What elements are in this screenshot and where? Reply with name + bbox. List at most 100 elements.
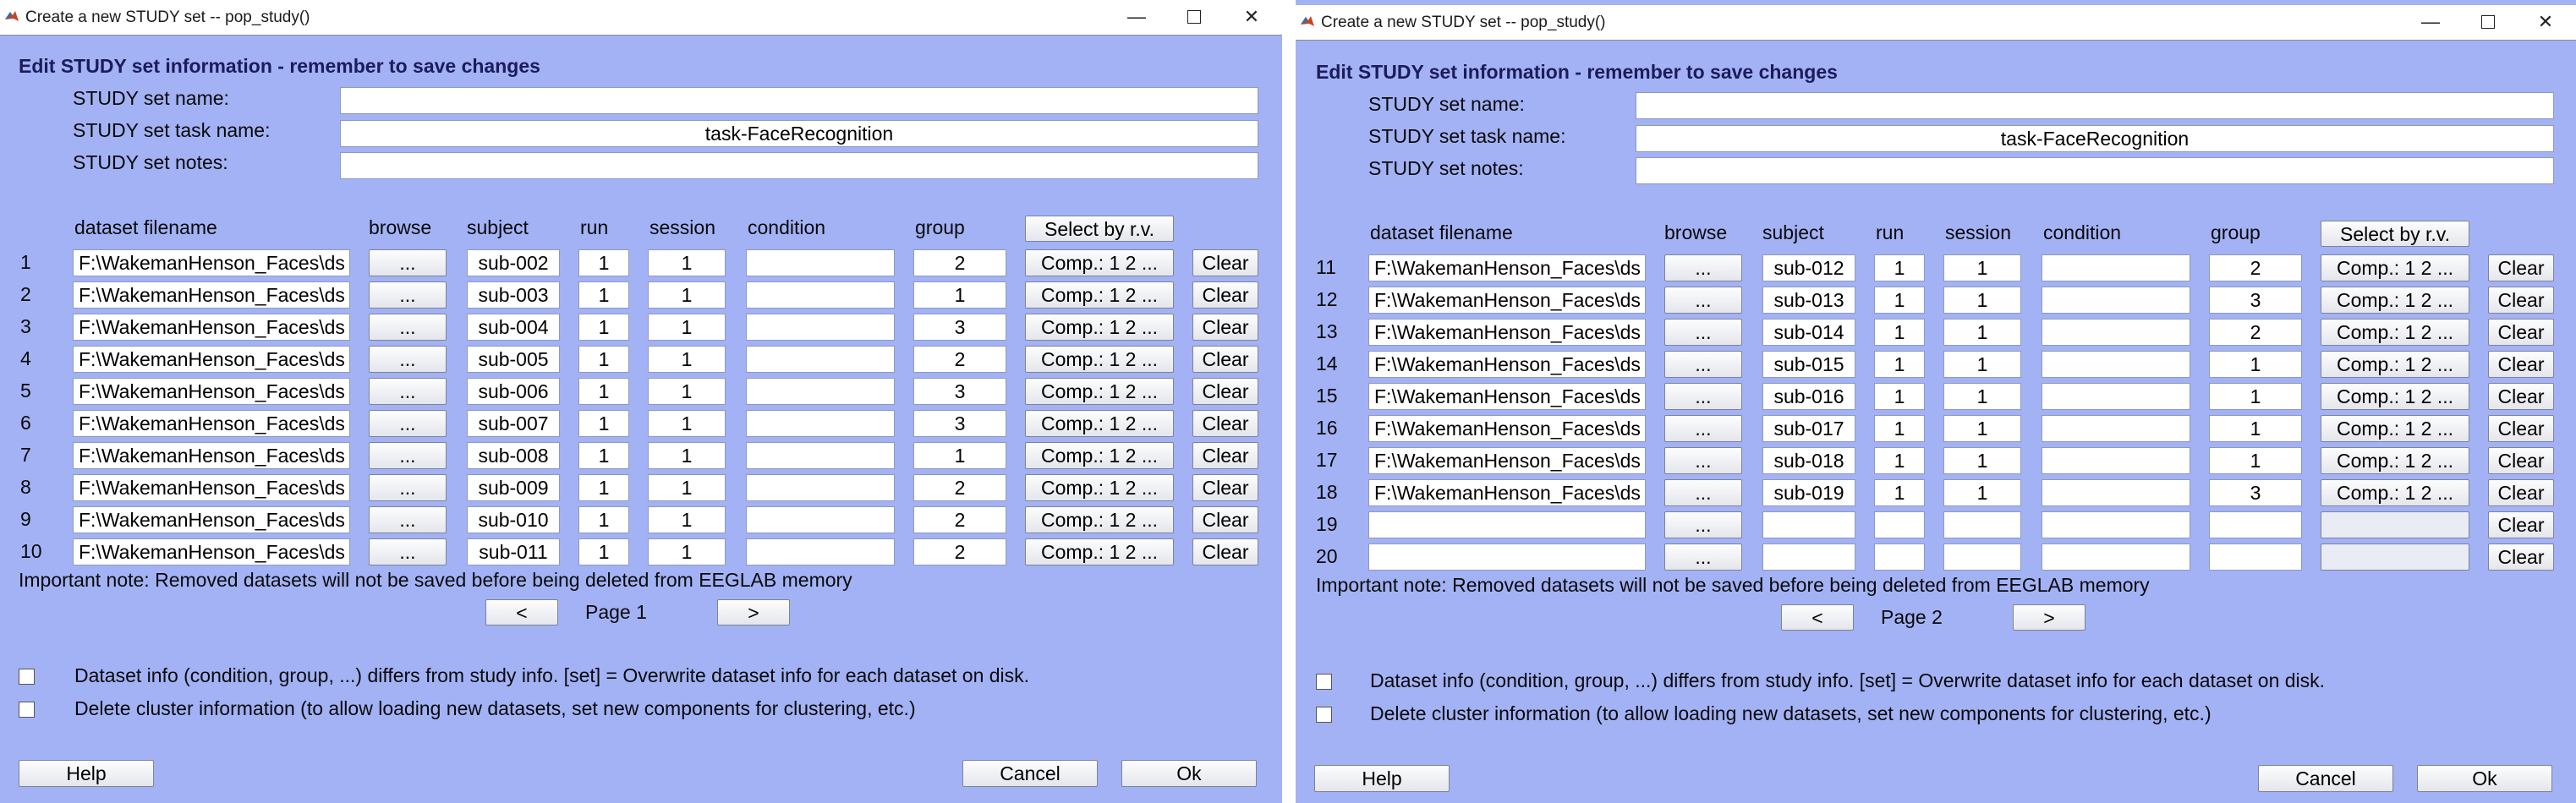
group-input[interactable]: 2 <box>913 474 1006 501</box>
clear-button[interactable]: Clear <box>2488 383 2554 410</box>
clear-button[interactable]: Clear <box>2488 479 2554 506</box>
ok-button[interactable]: Ok <box>1121 760 1257 787</box>
session-input[interactable]: 1 <box>648 538 726 565</box>
browse-button[interactable]: ... <box>1664 254 1742 281</box>
browse-button[interactable]: ... <box>369 474 447 501</box>
group-input[interactable]: 2 <box>2209 254 2302 281</box>
filename-input[interactable]: F:\WakemanHenson_Faces\ds <box>1368 287 1646 314</box>
group-input[interactable]: 3 <box>913 314 1006 341</box>
clear-button[interactable]: Clear <box>1192 281 1258 309</box>
clear-button[interactable]: Clear <box>2488 287 2554 314</box>
session-input[interactable]: 1 <box>1943 479 2021 506</box>
clear-button[interactable]: Clear <box>1192 410 1258 437</box>
delete-cluster-checkbox[interactable] <box>1316 707 1332 723</box>
filename-input[interactable]: F:\WakemanHenson_Faces\ds <box>73 346 350 373</box>
filename-input[interactable]: F:\WakemanHenson_Faces\ds <box>1368 415 1646 442</box>
group-input[interactable]: 2 <box>913 538 1006 565</box>
components-button[interactable]: Comp.: 1 2 ... <box>2321 351 2469 378</box>
components-button[interactable]: Comp.: 1 2 ... <box>2321 254 2469 281</box>
components-button[interactable]: Comp.: 1 2 ... <box>1025 249 1174 276</box>
run-input[interactable]: 1 <box>1874 447 1925 474</box>
browse-button[interactable]: ... <box>369 281 447 309</box>
group-input[interactable]: 3 <box>2209 287 2302 314</box>
clear-button[interactable]: Clear <box>2488 511 2554 538</box>
session-input[interactable]: 1 <box>648 378 726 405</box>
browse-button[interactable]: ... <box>369 410 447 437</box>
components-button[interactable] <box>2321 544 2469 571</box>
close-icon[interactable]: ✕ <box>1223 2 1280 32</box>
subject-input[interactable]: sub-016 <box>1762 383 1855 410</box>
subject-input[interactable] <box>1762 544 1855 571</box>
subject-input[interactable]: sub-011 <box>467 538 560 565</box>
prev-page-button[interactable]: < <box>1781 604 1854 631</box>
condition-input[interactable] <box>2042 447 2190 474</box>
browse-button[interactable]: ... <box>1664 544 1742 571</box>
group-input[interactable]: 1 <box>2209 415 2302 442</box>
group-input[interactable]: 3 <box>913 410 1006 437</box>
minimize-icon[interactable]: — <box>1108 2 1165 32</box>
components-button[interactable]: Comp.: 1 2 ... <box>1025 410 1174 437</box>
browse-button[interactable]: ... <box>369 538 447 565</box>
group-input[interactable]: 2 <box>2209 319 2302 346</box>
subject-input[interactable]: sub-013 <box>1762 287 1855 314</box>
session-input[interactable]: 1 <box>1943 415 2021 442</box>
filename-input[interactable] <box>1368 511 1646 538</box>
components-button[interactable]: Comp.: 1 2 ... <box>1025 378 1174 405</box>
condition-input[interactable] <box>746 378 895 405</box>
group-input[interactable]: 1 <box>913 442 1006 469</box>
browse-button[interactable]: ... <box>369 442 447 469</box>
run-input[interactable]: 1 <box>578 249 629 276</box>
condition-input[interactable] <box>746 506 895 533</box>
study-name-input[interactable] <box>1636 92 2554 119</box>
browse-button[interactable]: ... <box>1664 511 1742 538</box>
close-icon[interactable]: ✕ <box>2517 7 2574 37</box>
components-button[interactable] <box>2321 511 2469 538</box>
session-input[interactable]: 1 <box>1943 447 2021 474</box>
condition-input[interactable] <box>2042 479 2190 506</box>
filename-input[interactable]: F:\WakemanHenson_Faces\ds <box>73 410 350 437</box>
subject-input[interactable]: sub-015 <box>1762 351 1855 378</box>
subject-input[interactable]: sub-019 <box>1762 479 1855 506</box>
clear-button[interactable]: Clear <box>1192 378 1258 405</box>
minimize-icon[interactable]: — <box>2402 7 2459 37</box>
clear-button[interactable]: Clear <box>1192 474 1258 501</box>
browse-button[interactable]: ... <box>1664 447 1742 474</box>
session-input[interactable] <box>1943 544 2021 571</box>
filename-input[interactable]: F:\WakemanHenson_Faces\ds <box>1368 383 1646 410</box>
subject-input[interactable]: sub-012 <box>1762 254 1855 281</box>
run-input[interactable]: 1 <box>578 378 629 405</box>
components-button[interactable]: Comp.: 1 2 ... <box>1025 346 1174 373</box>
session-input[interactable]: 1 <box>1943 287 2021 314</box>
condition-input[interactable] <box>2042 351 2190 378</box>
run-input[interactable]: 1 <box>1874 351 1925 378</box>
filename-input[interactable]: F:\WakemanHenson_Faces\ds <box>1368 319 1646 346</box>
select-by-rv-button[interactable]: Select by r.v. <box>1025 216 1174 242</box>
run-input[interactable]: 1 <box>578 442 629 469</box>
maximize-icon[interactable] <box>1165 2 1223 32</box>
filename-input[interactable]: F:\WakemanHenson_Faces\ds <box>73 378 350 405</box>
filename-input[interactable] <box>1368 544 1646 571</box>
condition-input[interactable] <box>2042 254 2190 281</box>
condition-input[interactable] <box>746 346 895 373</box>
ok-button[interactable]: Ok <box>2417 765 2552 792</box>
cancel-button[interactable]: Cancel <box>2258 765 2393 792</box>
run-input[interactable]: 1 <box>1874 415 1925 442</box>
run-input[interactable]: 1 <box>578 506 629 533</box>
condition-input[interactable] <box>2042 511 2190 538</box>
next-page-button[interactable]: > <box>2013 604 2085 631</box>
run-input[interactable] <box>1874 511 1925 538</box>
next-page-button[interactable]: > <box>717 599 790 625</box>
clear-button[interactable]: Clear <box>2488 544 2554 571</box>
subject-input[interactable]: sub-002 <box>467 249 560 276</box>
browse-button[interactable]: ... <box>369 249 447 276</box>
run-input[interactable]: 1 <box>1874 479 1925 506</box>
session-input[interactable]: 1 <box>648 281 726 309</box>
components-button[interactable]: Comp.: 1 2 ... <box>2321 415 2469 442</box>
help-button[interactable]: Help <box>1314 765 1450 792</box>
filename-input[interactable]: F:\WakemanHenson_Faces\ds <box>73 538 350 565</box>
components-button[interactable]: Comp.: 1 2 ... <box>1025 474 1174 501</box>
title-bar[interactable]: Create a new STUDY set -- pop_study() — … <box>1296 5 2576 41</box>
clear-button[interactable]: Clear <box>1192 346 1258 373</box>
session-input[interactable]: 1 <box>1943 383 2021 410</box>
prev-page-button[interactable]: < <box>485 599 558 625</box>
